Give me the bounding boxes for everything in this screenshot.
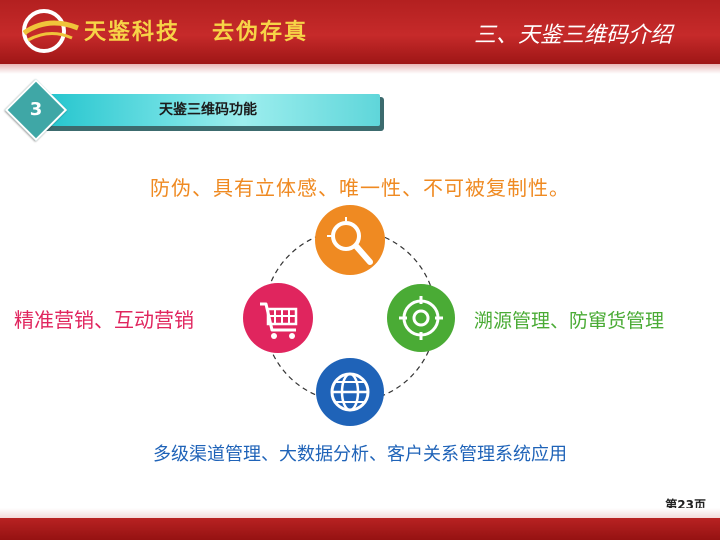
globe-icon [316, 358, 384, 426]
footer-shine [0, 508, 720, 518]
target-icon [387, 284, 455, 352]
shopping-cart-icon [243, 283, 313, 353]
footer-bar [0, 518, 720, 540]
feature-traceability: 溯源管理、防窜货管理 [474, 310, 665, 332]
magnifier-icon [315, 205, 385, 275]
feature-marketing: 精准营销、互动营销 [14, 308, 194, 332]
feature-channel-management: 多级渠道管理、大数据分析、客户关系管理系统应用 [153, 444, 567, 465]
